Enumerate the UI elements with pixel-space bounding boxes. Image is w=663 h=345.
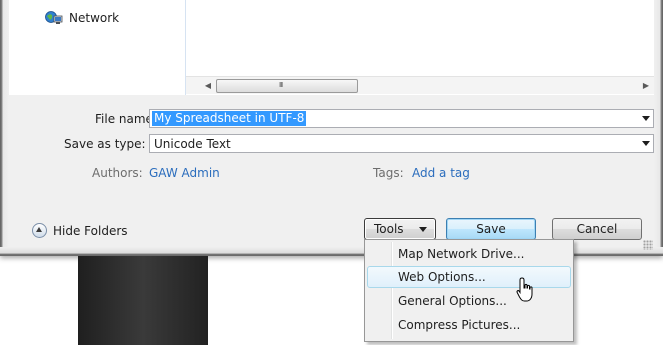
resize-grip-icon[interactable] (643, 240, 653, 250)
nav-item-network[interactable]: Network (45, 8, 119, 28)
save-as-type-label: Save as type: (64, 137, 146, 151)
save-as-dialog: Network ◀ III ▶ File name: My Spreadshee… (0, 0, 663, 256)
menu-item-map-network-drive[interactable]: Map Network Drive... (367, 243, 571, 265)
mouse-pointer-icon (516, 277, 534, 306)
cancel-button[interactable]: Cancel (552, 218, 642, 240)
chevron-up-icon[interactable] (32, 223, 47, 238)
chevron-down-icon (419, 227, 427, 232)
save-as-type-select[interactable]: Unicode Text (149, 134, 654, 153)
chevron-down-icon[interactable] (642, 141, 650, 146)
scrollbar-thumb[interactable]: III (216, 79, 358, 93)
authors-value[interactable]: GAW Admin (149, 166, 220, 180)
authors-label: Authors: (92, 166, 143, 180)
file-name-input[interactable]: My Spreadsheet in UTF-8 (149, 109, 654, 128)
scroll-right-icon[interactable]: ▶ (640, 80, 652, 91)
tools-button[interactable]: Tools (364, 218, 436, 240)
tags-value[interactable]: Add a tag (412, 166, 470, 180)
nav-item-label: Network (69, 11, 120, 25)
menu-item-web-options[interactable]: Web Options... (367, 266, 571, 288)
menu-item-compress-pictures[interactable]: Compress Pictures... (367, 314, 571, 336)
menu-item-general-options[interactable]: General Options... (367, 290, 571, 312)
hide-folders-button[interactable]: Hide Folders (32, 223, 128, 238)
network-icon (45, 10, 63, 26)
save-as-type-value: Unicode Text (154, 137, 231, 151)
window-frame-right (654, 0, 663, 255)
file-name-value[interactable]: My Spreadsheet in UTF-8 (152, 111, 307, 126)
save-button[interactable]: Save (446, 218, 536, 240)
scroll-left-icon[interactable]: ◀ (202, 80, 214, 91)
tags-label: Tags: (373, 166, 404, 180)
chevron-down-icon[interactable] (642, 116, 650, 121)
tools-menu: Map Network Drive... Web Options... Gene… (364, 239, 574, 342)
file-name-label: File name: (95, 112, 157, 126)
hide-folders-label: Hide Folders (53, 223, 128, 238)
background-window (78, 256, 208, 345)
tools-label: Tools (374, 222, 404, 236)
grip-icon: III (279, 81, 283, 89)
navigation-pane[interactable]: Network (9, 0, 186, 95)
window-frame-left (0, 0, 9, 255)
horizontal-scrollbar[interactable]: ◀ III ▶ (186, 76, 654, 94)
